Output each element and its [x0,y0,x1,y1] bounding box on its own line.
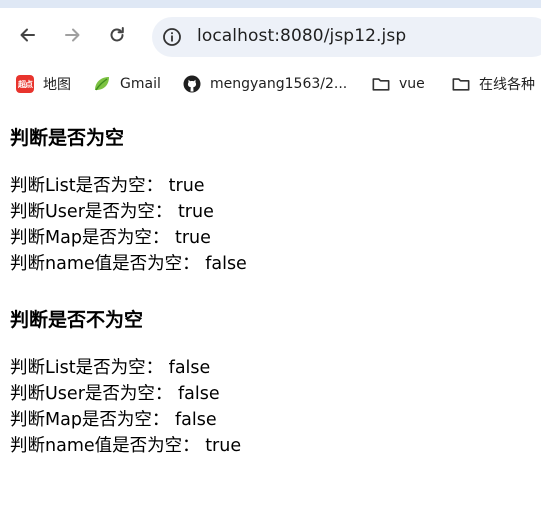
window-top-strip [0,0,541,8]
back-button[interactable] [14,21,42,49]
bookmark-github[interactable]: mengyang1563/2... [183,66,347,102]
bookmark-folder-online[interactable]: 在线各种 [452,66,535,102]
result-line: 判断User是否为空： false [10,384,220,404]
bookmark-gmail[interactable]: Gmail [93,66,161,102]
heading-is-empty: 判断是否为空 [10,127,125,149]
heading-is-not-empty: 判断是否不为空 [10,309,144,331]
address-bar[interactable]: localhost:8080/jsp12.jsp [152,17,541,57]
url-text[interactable]: localhost:8080/jsp12.jsp [197,26,406,46]
site-info-icon[interactable] [162,27,182,47]
result-line: 判断List是否为空： true [10,176,205,196]
baidu-logo-icon: 超点 [16,75,34,93]
result-line: 判断name值是否为空： false [10,254,247,274]
folder-icon [372,75,390,93]
result-line: 判断List是否为空： false [10,358,211,378]
bookmark-label: 在线各种 [479,77,535,93]
bookmarks-bar: 超点 地图 Gmail mengyang1563/2... vue 在线各种 [0,66,541,102]
forward-button[interactable] [58,21,86,49]
result-line: 判断Map是否为空： false [10,410,217,430]
bookmark-label: mengyang1563/2... [210,76,348,92]
browser-toolbar: localhost:8080/jsp12.jsp [0,8,541,66]
bookmark-label: 地图 [43,77,71,93]
github-icon [183,75,201,93]
arrow-left-icon [20,28,35,42]
bookmark-map[interactable]: 超点 地图 [16,66,71,102]
result-line: 判断User是否为空： true [10,202,214,222]
bookmark-label: vue [399,76,425,92]
result-line: 判断Map是否为空： true [10,228,211,248]
arrow-right-icon [65,28,80,42]
bookmark-folder-vue[interactable]: vue [372,66,425,102]
result-line: 判断name值是否为空： true [10,436,242,456]
reload-button[interactable] [103,21,131,49]
gmail-leaf-icon [93,75,111,93]
folder-icon [452,75,470,93]
bookmark-label: Gmail [120,76,161,92]
reload-icon [110,27,124,42]
